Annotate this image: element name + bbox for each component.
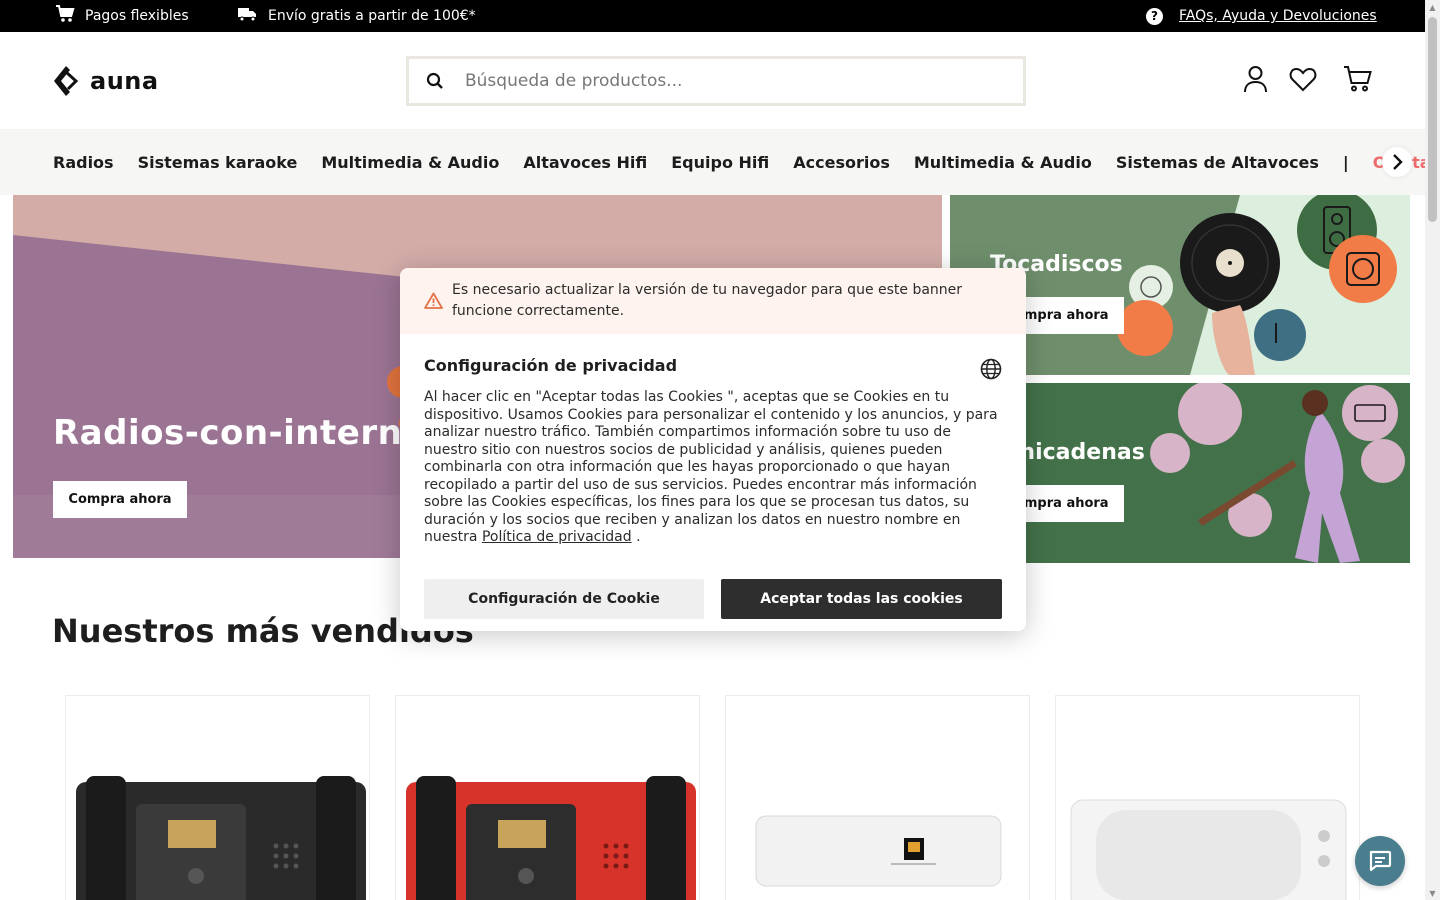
privacy-settings-title: Configuración de privacidad: [424, 356, 678, 375]
header-actions: [1242, 65, 1373, 97]
search-input[interactable]: [465, 71, 985, 91]
scrollbar-thumb[interactable]: [1428, 17, 1437, 222]
page-scrollbar[interactable]: ▲ ▼: [1425, 0, 1440, 900]
category-nav: Radios Sistemas karaoke Multimedia & Aud…: [0, 129, 1425, 195]
browser-update-warning: Es necesario actualizar la versión de tu…: [400, 268, 1026, 334]
free-shipping[interactable]: Envío gratis a partir de 100€*: [237, 0, 476, 32]
product-image-radio-red: [406, 776, 696, 900]
cart-icon[interactable]: [1343, 65, 1373, 97]
product-image-speaker-white: [1070, 799, 1347, 900]
nav-separator: |: [1342, 152, 1349, 172]
faq-help-returns-link[interactable]: FAQs, Ayuda y Devoluciones: [1179, 8, 1377, 24]
language-globe-icon[interactable]: [980, 358, 1002, 384]
search-bar[interactable]: [406, 56, 1026, 106]
nav-item-multimedia-audio[interactable]: Multimedia & Audio: [321, 153, 499, 172]
cookie-description-text: Al hacer clic en "Aceptar todas las Cook…: [424, 389, 998, 545]
cookie-settings-button[interactable]: Configuración de Cookie: [424, 579, 704, 619]
warning-triangle-icon: [424, 292, 443, 316]
nav-scroll-right-button[interactable]: [1382, 147, 1412, 177]
product-image-radio-black: [76, 776, 366, 900]
chat-bubble-icon: [1369, 850, 1392, 872]
scroll-up-arrow-icon[interactable]: ▲: [1425, 0, 1440, 14]
nav-item-multimedia-audio-2[interactable]: Multimedia & Audio: [914, 153, 1092, 172]
flexible-payments-label: Pagos flexibles: [85, 8, 189, 24]
product-card[interactable]: [65, 695, 370, 900]
flexible-payments[interactable]: Pagos flexibles: [55, 0, 189, 32]
cart-icon: [55, 5, 75, 27]
nav-item-karaoke[interactable]: Sistemas karaoke: [138, 153, 298, 172]
top-bar: Pagos flexibles Envío gratis a partir de…: [0, 0, 1425, 32]
nav-item-hifi-speakers[interactable]: Altavoces Hifi: [523, 153, 647, 172]
hero-shop-now-button[interactable]: Compra ahora: [53, 481, 187, 518]
hero-title: Radios-con-internet: [53, 413, 443, 453]
nav-item-accessories[interactable]: Accesorios: [793, 153, 890, 172]
help-area: ? FAQs, Ayuda y Devoluciones: [1146, 0, 1377, 32]
cookie-description: Al hacer clic en "Aceptar todas las Cook…: [424, 389, 1002, 547]
auna-logo-text: auna: [90, 67, 159, 95]
help-icon: ?: [1146, 7, 1163, 25]
nav-item-hifi-equipment[interactable]: Equipo Hifi: [671, 153, 769, 172]
product-card[interactable]: [1055, 695, 1360, 900]
site-header: auna: [0, 32, 1425, 129]
wishlist-heart-icon[interactable]: [1289, 66, 1317, 96]
account-icon[interactable]: [1242, 65, 1269, 97]
cookie-description-end: .: [636, 529, 641, 545]
privacy-policy-link[interactable]: Política de privacidad: [482, 529, 632, 545]
page: Pagos flexibles Envío gratis a partir de…: [0, 0, 1440, 900]
chevron-right-icon: [1393, 154, 1403, 170]
chat-button[interactable]: [1355, 836, 1405, 886]
nav-item-radios[interactable]: Radios: [53, 153, 114, 172]
auna-logo[interactable]: auna: [52, 65, 159, 97]
accept-all-cookies-button[interactable]: Aceptar todas las cookies: [721, 579, 1002, 619]
product-card[interactable]: [395, 695, 700, 900]
search-icon[interactable]: [415, 72, 455, 90]
product-image-soundbase-white: [755, 815, 1002, 887]
truck-icon: [237, 5, 258, 27]
free-shipping-label: Envío gratis a partir de 100€*: [268, 8, 476, 24]
nav-item-speaker-systems[interactable]: Sistemas de Altavoces: [1116, 153, 1319, 172]
auna-logo-mark: [54, 66, 79, 96]
browser-update-warning-text: Es necesario actualizar la versión de tu…: [452, 282, 963, 319]
cookie-consent-dialog: Es necesario actualizar la versión de tu…: [400, 268, 1026, 631]
product-card[interactable]: [725, 695, 1030, 900]
scroll-down-arrow-icon[interactable]: ▼: [1425, 886, 1440, 900]
cookie-dialog-body: Configuración de privacidad Al hacer cli…: [400, 334, 1026, 547]
cookie-dialog-actions: Configuración de Cookie Aceptar todas la…: [424, 579, 1002, 619]
